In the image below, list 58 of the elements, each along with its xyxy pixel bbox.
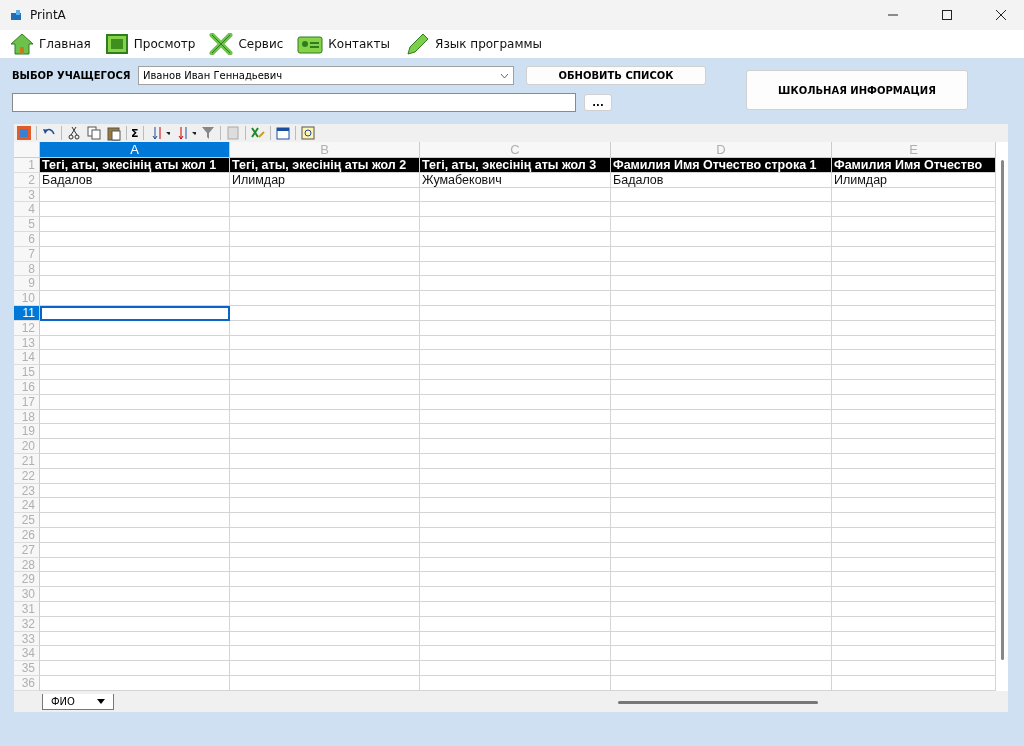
scrollbar[interactable]	[1001, 160, 1004, 660]
app-icon	[10, 9, 22, 21]
browse-button[interactable]: ...	[584, 94, 612, 111]
copy-icon[interactable]	[86, 125, 102, 141]
menu-item[interactable]: Контакты	[297, 33, 391, 55]
column-header[interactable]: E	[832, 142, 996, 158]
window-title: PrintA	[30, 8, 67, 22]
house-icon	[10, 33, 34, 55]
row-header[interactable]: 24	[14, 498, 40, 514]
cut-icon[interactable]	[66, 125, 82, 141]
row-header[interactable]: 9	[14, 276, 40, 292]
corner-cell[interactable]	[14, 142, 40, 158]
dropdown-arrow-icon	[97, 699, 105, 704]
row-header[interactable]: 25	[14, 513, 40, 528]
tools-icon	[209, 33, 234, 55]
column-header[interactable]: C	[420, 142, 611, 158]
row-header[interactable]: 5	[14, 217, 40, 232]
header-cell: Тегі, аты, экесінің аты жол 1	[40, 158, 230, 173]
chart-icon[interactable]	[16, 125, 32, 141]
chevron-icon	[500, 72, 509, 79]
column-header[interactable]: D	[611, 142, 832, 158]
window-icon[interactable]	[274, 125, 291, 141]
header-cell: Фамилия Имя Отчество строка 1	[611, 158, 832, 173]
paste-icon[interactable]	[106, 125, 122, 141]
header-cell: Фамилия Имя Отчество	[832, 158, 996, 173]
contact-card-icon	[297, 33, 324, 55]
row-header[interactable]: 34	[14, 646, 40, 662]
row-header[interactable]: 30	[14, 587, 40, 602]
pencil-icon	[404, 32, 431, 56]
column-header[interactable]: A	[40, 142, 230, 158]
row-header[interactable]: 29	[14, 572, 40, 588]
student-label: ВЫБОР УЧАЩЕГОСЯ	[12, 70, 132, 81]
row-header[interactable]: 20	[14, 439, 40, 454]
refresh-button[interactable]: ОБНОВИТЬ СПИСОК	[526, 66, 706, 85]
menu-item[interactable]: Сервис	[209, 33, 284, 55]
menu-item[interactable]: Язык программы	[404, 32, 542, 56]
header-cell: Тегі, аты, экесінің аты жол 2	[230, 158, 420, 173]
scrollbar[interactable]	[618, 701, 818, 704]
sheet-tab[interactable]: ФИО	[42, 694, 114, 710]
header-cell: Тегі, аты, экесінің аты жол 3	[420, 158, 611, 173]
menu-item[interactable]: Просмотр	[104, 33, 196, 55]
close-icon[interactable]	[996, 10, 1006, 20]
student-dropdown[interactable]: Иванов Иван Геннадьевич	[138, 66, 514, 85]
school-info-button[interactable]: ШКОЛЬНАЯ ИНФОРМАЦИЯ	[746, 70, 968, 110]
menu-item[interactable]: Главная	[10, 33, 91, 55]
row-header[interactable]: 4	[14, 202, 40, 218]
row-header[interactable]: 14	[14, 350, 40, 366]
row-header[interactable]: 15	[14, 365, 40, 380]
row-header[interactable]: 19	[14, 424, 40, 440]
help-icon[interactable]	[299, 125, 316, 141]
path-field[interactable]	[12, 93, 576, 112]
row-header[interactable]: 35	[14, 661, 40, 676]
maximize-icon[interactable]	[942, 10, 952, 20]
sum-button[interactable]: Σ	[131, 126, 139, 140]
screen-icon	[104, 33, 129, 55]
column-header[interactable]: B	[230, 142, 420, 158]
row-header[interactable]: 10	[14, 291, 40, 306]
row-header[interactable]: 1	[14, 158, 40, 173]
